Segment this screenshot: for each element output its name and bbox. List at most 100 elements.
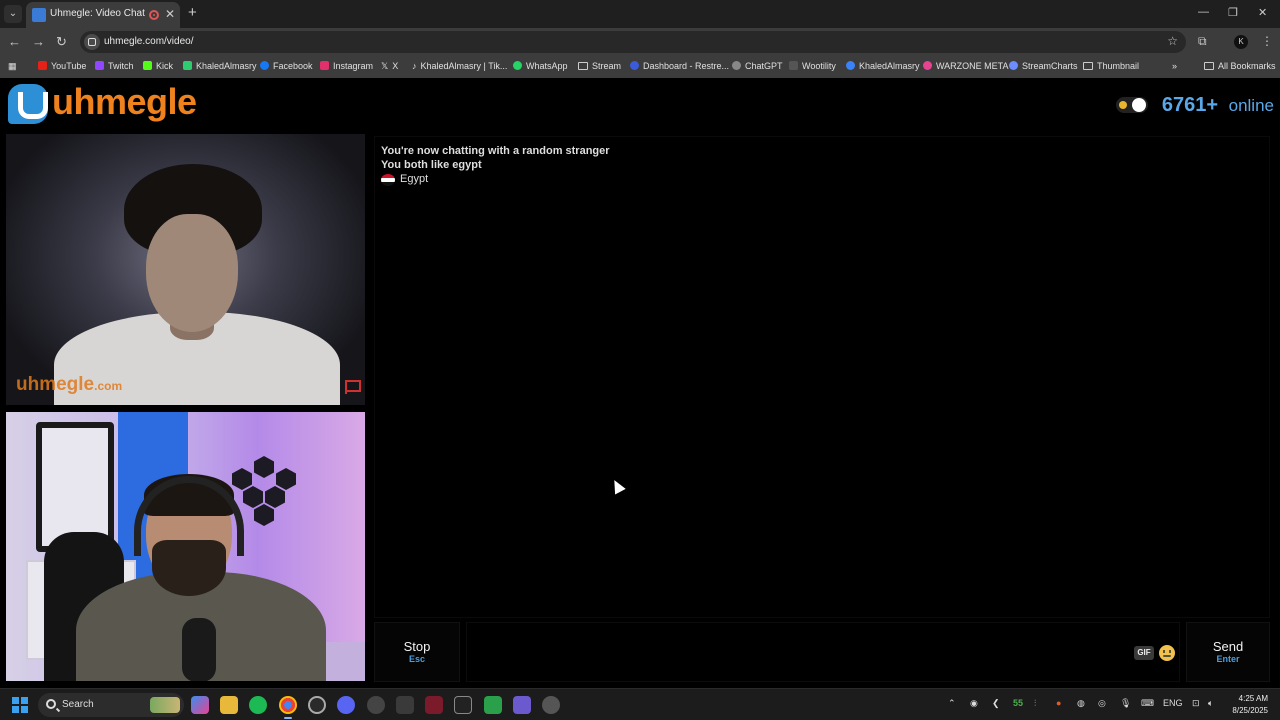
online-counter: 6761+ online xyxy=(1114,94,1274,118)
theme-toggle[interactable] xyxy=(1116,97,1148,113)
settings-icon[interactable] xyxy=(542,696,560,714)
bookmark-wootility[interactable]: Wootility xyxy=(789,61,836,71)
forward-arrow-icon[interactable]: → xyxy=(32,34,45,49)
x-logo-icon: 𝕏 xyxy=(381,61,389,71)
kick-icon xyxy=(143,61,152,70)
recording-indicator-icon xyxy=(149,10,159,20)
obs-icon[interactable] xyxy=(308,696,326,714)
uhmegle-favicon-icon xyxy=(32,8,46,22)
bookmark-instagram[interactable]: Instagram xyxy=(320,61,373,71)
tray-app-icon[interactable]: ◍ xyxy=(1077,698,1085,709)
copilot-icon[interactable] xyxy=(191,696,209,714)
call-of-duty-icon[interactable] xyxy=(454,696,472,714)
emoji-icon[interactable] xyxy=(1159,645,1175,661)
taskbar-search-label: Search xyxy=(62,699,94,710)
spotify-icon[interactable] xyxy=(249,696,267,714)
online-count: 6761+ xyxy=(1161,94,1218,116)
browser-tab-active[interactable]: Uhmegle: Video Chat | Ome ✕ xyxy=(26,2,180,28)
language-indicator[interactable]: ENG xyxy=(1163,698,1183,708)
apps-grid-icon[interactable]: ▦ xyxy=(8,61,17,72)
send-button[interactable]: Send Enter xyxy=(1186,622,1270,682)
minimize-icon[interactable]: — xyxy=(1198,6,1209,18)
app-icon[interactable] xyxy=(367,696,385,714)
valorant-icon[interactable] xyxy=(425,696,443,714)
tray-app-icon[interactable]: ⫶ xyxy=(1034,698,1036,709)
message-input[interactable] xyxy=(466,622,1180,682)
tray-overflow-chevron-icon[interactable]: ⌃ xyxy=(948,698,956,709)
bookmark-chatgpt[interactable]: ChatGPT xyxy=(732,61,783,71)
wootility-icon xyxy=(789,61,798,70)
tray-app-icon[interactable]: ◎ xyxy=(1098,698,1106,709)
uhmegle-logo[interactable]: uhmegle xyxy=(8,81,198,124)
bookmark-restream-dashboard[interactable]: Dashboard - Restre... xyxy=(630,61,729,71)
fps-counter: 55 xyxy=(1013,698,1024,708)
menu-kebab-icon[interactable]: ⋮ xyxy=(1261,34,1273,48)
bookmark-star-icon[interactable]: ☆ xyxy=(1167,34,1178,48)
bookmark-youtube[interactable]: YouTube xyxy=(38,61,86,71)
all-bookmarks-button[interactable]: All Bookmarks xyxy=(1204,61,1276,71)
bookmark-x[interactable]: 𝕏X xyxy=(381,61,398,72)
url-text[interactable]: uhmegle.com/video/ xyxy=(104,36,194,47)
chat-log[interactable]: You're now chatting with a random strang… xyxy=(374,136,1270,618)
hex-panel xyxy=(232,468,252,490)
extensions-puzzle-icon[interactable]: ⧉ xyxy=(1198,34,1207,49)
bookmark-streamcharts[interactable]: StreamCharts xyxy=(1009,61,1078,71)
bookmark-folder-thumbnail[interactable]: Thumbnail xyxy=(1083,61,1139,71)
microphone-icon[interactable]: 🎙︎ xyxy=(1120,698,1131,709)
taskbar-search[interactable]: Search xyxy=(38,693,184,717)
tray-app-icon[interactable]: ● xyxy=(1056,698,1061,708)
reload-icon[interactable]: ↻ xyxy=(56,34,67,50)
system-clock[interactable]: 4:25 AM 8/25/2025 xyxy=(1232,693,1268,717)
network-icon[interactable]: ⊡ xyxy=(1192,698,1200,709)
nvidia-icon[interactable] xyxy=(484,696,502,714)
country-label: Egypt xyxy=(400,173,429,185)
bookmark-whatsapp[interactable]: WhatsApp xyxy=(513,61,568,71)
report-flag-icon[interactable] xyxy=(345,380,361,394)
keyboard-app-icon[interactable] xyxy=(396,696,414,714)
back-arrow-icon[interactable]: ← xyxy=(8,34,21,49)
volume-icon[interactable]: 🔈︎ xyxy=(1208,698,1213,709)
chrome-icon[interactable] xyxy=(279,696,297,719)
tray-app-icon[interactable]: ❮ xyxy=(992,698,1000,709)
tab-close-icon[interactable]: ✕ xyxy=(165,7,175,21)
tab-search-chevron-icon[interactable]: ⌄ xyxy=(4,5,22,23)
keyboard-icon[interactable]: ⌨ xyxy=(1141,698,1154,709)
facebook-icon xyxy=(260,61,269,70)
hex-panel xyxy=(276,468,296,490)
bookmark-folder-stream[interactable]: Stream xyxy=(578,61,621,71)
browser-tab-strip: ⌄ Uhmegle: Video Chat | Ome ✕ + — ❐ ✕ xyxy=(0,0,1280,28)
bookmark-warzone-meta[interactable]: WARZONE META xyxy=(923,61,1009,71)
online-label: online xyxy=(1228,96,1274,115)
more-bookmarks-chevron-icon[interactable]: » xyxy=(1172,61,1177,71)
bookmark-facebook[interactable]: Facebook xyxy=(260,61,313,71)
site-info-icon[interactable] xyxy=(84,34,100,50)
hex-panel xyxy=(265,486,285,508)
file-explorer-icon[interactable] xyxy=(220,696,238,714)
window-close-icon[interactable]: ✕ xyxy=(1258,6,1267,19)
hex-panel xyxy=(243,486,263,508)
bookmark-kick[interactable]: Kick xyxy=(143,61,173,71)
bookmark-khaledalmasry[interactable]: KhaledAlmasry xyxy=(183,61,257,71)
system-message-common-interest: You both like egypt xyxy=(381,159,482,171)
new-tab-plus-icon[interactable]: + xyxy=(188,4,197,21)
address-bar[interactable]: uhmegle.com/video/ ☆ xyxy=(80,31,1186,53)
tab-title: Uhmegle: Video Chat | Ome xyxy=(50,8,146,19)
bookmark-tiktok[interactable]: ♪ KhaledAlmasry | Tik... xyxy=(412,61,507,71)
windows-start-icon[interactable] xyxy=(12,697,28,713)
hex-panel xyxy=(254,504,274,526)
mouse-cursor-icon xyxy=(609,477,626,495)
twitch-icon xyxy=(95,61,104,70)
gif-button[interactable]: GIF xyxy=(1134,646,1154,660)
game-controller-icon[interactable] xyxy=(513,696,531,714)
profile-avatar-icon[interactable]: K xyxy=(1234,35,1248,49)
discord-tray-icon[interactable]: ◉ xyxy=(970,698,978,709)
whatsapp-icon xyxy=(513,61,522,70)
bookmark-twitch[interactable]: Twitch xyxy=(95,61,134,71)
stop-shortcut: Esc xyxy=(408,654,425,664)
bookmark-khaledalmasry-meta[interactable]: KhaledAlmasry xyxy=(846,61,920,71)
youtube-icon xyxy=(38,61,47,70)
discord-icon[interactable] xyxy=(337,696,355,714)
restore-icon[interactable]: ❐ xyxy=(1228,6,1238,19)
folder-icon xyxy=(578,62,588,70)
stop-button[interactable]: Stop Esc xyxy=(374,622,460,682)
